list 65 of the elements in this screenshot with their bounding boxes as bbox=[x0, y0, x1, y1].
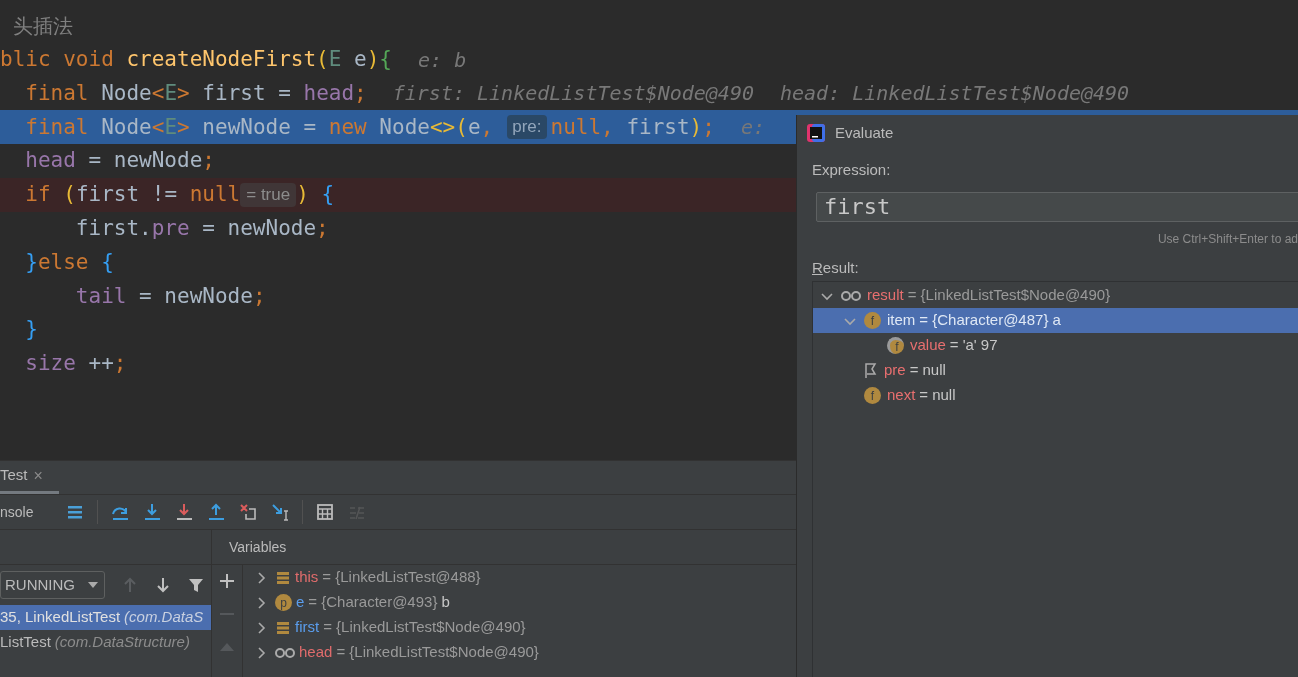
glasses-icon bbox=[841, 289, 861, 302]
code-text: blic void createNodeFirst(E e){ bbox=[0, 45, 392, 73]
object-icon bbox=[275, 619, 291, 636]
drop-frame-icon[interactable] bbox=[239, 503, 258, 521]
tree-row[interactable]: result = {LinkedListTest$Node@490} bbox=[813, 283, 1298, 308]
calculator-icon[interactable] bbox=[316, 503, 335, 521]
force-step-into-icon[interactable] bbox=[175, 503, 194, 521]
variable-row[interactable]: p e = {Character@493} b bbox=[255, 590, 450, 615]
code-text: final Node<E> newNode = new Node<>(e, bbox=[24, 113, 494, 141]
field-label: Result: bbox=[812, 257, 860, 278]
parameter-icon: p bbox=[275, 594, 292, 611]
step-out-icon[interactable] bbox=[207, 503, 226, 521]
code-comment: 头插法 bbox=[12, 13, 73, 39]
code-text: size ++; bbox=[24, 350, 127, 378]
tab[interactable]: Test × bbox=[0, 460, 59, 494]
caret-icon bbox=[88, 582, 98, 588]
flag-icon bbox=[864, 362, 878, 379]
variable-row[interactable]: this = {LinkedListTest@488} bbox=[255, 565, 481, 590]
expand-chevron-icon[interactable] bbox=[255, 596, 267, 609]
tree-row[interactable]: pre = null bbox=[813, 358, 1298, 383]
run-to-cursor-icon[interactable] bbox=[271, 503, 290, 521]
expand-chevron-icon[interactable] bbox=[255, 571, 267, 584]
stack-frame[interactable]: ListTest (com.DataStructure) bbox=[0, 630, 211, 655]
app-icon bbox=[807, 124, 825, 142]
code-text: final Node<E> first = head; bbox=[24, 79, 367, 107]
code-text: } bbox=[24, 316, 38, 344]
plus-icon[interactable] bbox=[219, 573, 235, 589]
tree-row[interactable]: f next = null bbox=[813, 383, 1298, 408]
thread-dropdown[interactable]: RUNNING bbox=[0, 571, 105, 599]
expand-chevron-icon[interactable] bbox=[255, 646, 267, 659]
tree-row[interactable]: f item = {Character@487} a bbox=[813, 308, 1298, 333]
close-icon[interactable]: × bbox=[33, 463, 43, 488]
dialog-title: Evaluate bbox=[835, 122, 894, 143]
variable-row[interactable]: first = {LinkedListTest$Node@490} bbox=[255, 615, 526, 640]
inline-value-hint: = true bbox=[240, 182, 297, 207]
hint-text: Use Ctrl+Shift+Enter to ad bbox=[1157, 230, 1298, 248]
inline-value-hint: e: b bbox=[418, 46, 467, 74]
stack-frame[interactable]: 35, LinkedListTest (com.DataS bbox=[0, 605, 211, 630]
expand-chevron-icon[interactable] bbox=[255, 621, 267, 634]
code-text: tail = newNode; bbox=[74, 282, 266, 310]
tree-row[interactable]: f value = 'a' 97 bbox=[813, 333, 1298, 358]
step-into-icon[interactable] bbox=[143, 503, 162, 521]
code-text: null, first); bbox=[550, 113, 715, 141]
code-text: ) { bbox=[296, 181, 335, 209]
field-label: Expression: bbox=[812, 160, 892, 180]
code-text: first.pre = newNode; bbox=[74, 214, 329, 242]
layout-icon[interactable] bbox=[66, 503, 85, 521]
console-tab[interactable]: nsole bbox=[0, 501, 34, 523]
parameter-hint: pre: bbox=[507, 115, 547, 140]
down-arrow-icon[interactable] bbox=[155, 577, 171, 593]
inline-value-hint: first: LinkedListTest$Node@490 bbox=[392, 80, 754, 108]
code-text: }else { bbox=[24, 248, 114, 276]
filter-icon[interactable] bbox=[188, 577, 204, 593]
inline-value-hint: e: bbox=[740, 114, 765, 142]
panel-title: Variables bbox=[229, 537, 287, 557]
expression-field[interactable]: first bbox=[816, 191, 1298, 222]
field-icon: f bbox=[887, 337, 904, 354]
object-icon bbox=[275, 569, 291, 586]
field-icon: f bbox=[864, 312, 881, 329]
variable-row[interactable]: head = {LinkedListTest$Node@490} bbox=[255, 640, 539, 665]
code-text: if (first != null bbox=[24, 181, 241, 209]
inline-value-hint: head: LinkedListTest$Node@490 bbox=[779, 80, 1130, 108]
code-text: head = newNode; bbox=[24, 147, 215, 175]
glasses-icon bbox=[275, 646, 295, 659]
field-icon: f bbox=[864, 387, 881, 404]
